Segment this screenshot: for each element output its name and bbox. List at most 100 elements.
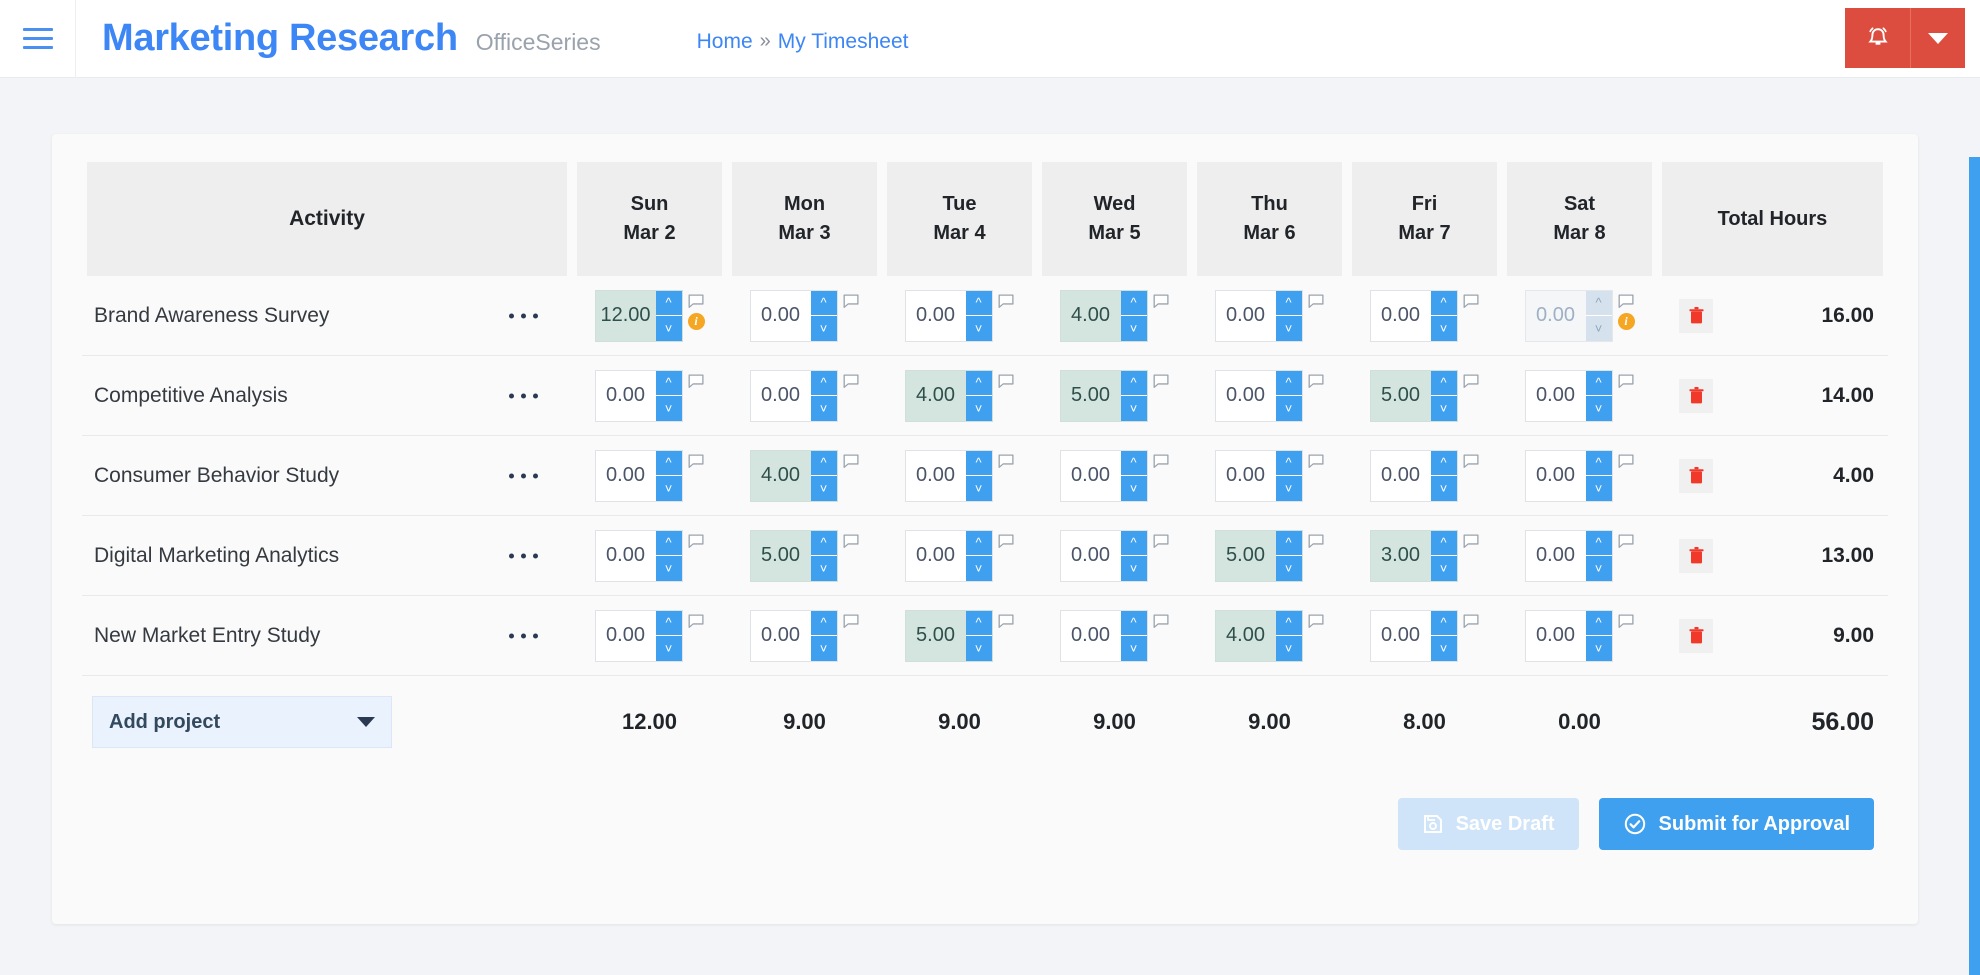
stepper-down-button[interactable]: ˅: [1430, 556, 1457, 581]
stepper-down-button[interactable]: ˅: [1275, 636, 1302, 661]
hours-input-2[interactable]: 4.00 ^ ˅: [904, 369, 993, 422]
hours-input-3[interactable]: 4.00 ^ ˅: [1059, 289, 1148, 342]
comment-bubble-icon[interactable]: [998, 453, 1015, 469]
delete-row-button[interactable]: [1679, 538, 1713, 573]
stepper-up-button[interactable]: ^: [655, 610, 682, 636]
hours-input-4[interactable]: 0.00 ^ ˅: [1214, 289, 1303, 342]
hours-input-3[interactable]: 5.00 ^ ˅: [1059, 369, 1148, 422]
hours-input-6[interactable]: 0.00 ^ ˅: [1524, 449, 1613, 502]
stepper-up-button[interactable]: ^: [810, 610, 837, 636]
breadcrumb-current[interactable]: My Timesheet: [778, 30, 909, 54]
comment-bubble-icon[interactable]: [688, 293, 705, 309]
comment-bubble-icon[interactable]: [688, 453, 705, 469]
hours-input-6[interactable]: 0.00 ^ ˅: [1524, 369, 1613, 422]
stepper-down-button[interactable]: ˅: [655, 636, 682, 661]
info-warning-icon[interactable]: i: [687, 312, 705, 330]
comment-bubble-icon[interactable]: [1308, 373, 1325, 389]
stepper-down-button[interactable]: ˅: [1430, 396, 1457, 421]
hours-input-5[interactable]: 3.00 ^ ˅: [1369, 529, 1458, 582]
comment-bubble-icon[interactable]: [1463, 453, 1480, 469]
hours-input-5[interactable]: 0.00 ^ ˅: [1369, 449, 1458, 502]
hours-input-0[interactable]: 0.00 ^ ˅: [594, 369, 683, 422]
hours-input-2[interactable]: 0.00 ^ ˅: [904, 449, 993, 502]
stepper-up-button[interactable]: ^: [1275, 530, 1302, 556]
stepper-up-button[interactable]: ^: [1585, 370, 1612, 396]
stepper-up-button[interactable]: ^: [1430, 450, 1457, 476]
stepper-up-button[interactable]: ^: [1430, 610, 1457, 636]
scrollbar-thumb[interactable]: [1969, 157, 1980, 975]
hours-input-2[interactable]: 0.00 ^ ˅: [904, 529, 993, 582]
stepper-down-button[interactable]: ˅: [1275, 396, 1302, 421]
stepper-down-button[interactable]: ˅: [1120, 396, 1147, 421]
hours-input-2[interactable]: 0.00 ^ ˅: [904, 289, 993, 342]
stepper-up-button[interactable]: ^: [655, 290, 682, 316]
stepper-down-button[interactable]: ˅: [965, 316, 992, 341]
stepper-up-button[interactable]: ^: [1430, 290, 1457, 316]
stepper-up-button[interactable]: ^: [965, 610, 992, 636]
notification-dropdown-button[interactable]: [1911, 8, 1965, 68]
stepper-down-button[interactable]: ˅: [965, 636, 992, 661]
stepper-down-button[interactable]: ˅: [965, 476, 992, 501]
comment-bubble-icon[interactable]: [998, 533, 1015, 549]
stepper-up-button[interactable]: ^: [1275, 370, 1302, 396]
delete-row-button[interactable]: [1679, 618, 1713, 653]
stepper-up-button[interactable]: ^: [655, 450, 682, 476]
stepper-up-button[interactable]: ^: [810, 530, 837, 556]
comment-bubble-icon[interactable]: [1308, 613, 1325, 629]
stepper-down-button[interactable]: ˅: [655, 476, 682, 501]
delete-row-button[interactable]: [1679, 458, 1713, 493]
comment-bubble-icon[interactable]: [1308, 533, 1325, 549]
hours-input-4[interactable]: 0.00 ^ ˅: [1214, 369, 1303, 422]
stepper-up-button[interactable]: ^: [810, 290, 837, 316]
stepper-down-button[interactable]: ˅: [1120, 556, 1147, 581]
stepper-up-button[interactable]: ^: [965, 370, 992, 396]
comment-bubble-icon[interactable]: [1308, 453, 1325, 469]
row-menu-ellipsis-icon[interactable]: [509, 633, 538, 638]
comment-bubble-icon[interactable]: [1618, 613, 1635, 629]
hours-input-0[interactable]: 0.00 ^ ˅: [594, 529, 683, 582]
stepper-up-button[interactable]: ^: [1120, 530, 1147, 556]
hours-input-4[interactable]: 0.00 ^ ˅: [1214, 449, 1303, 502]
stepper-down-button[interactable]: ˅: [1275, 556, 1302, 581]
comment-bubble-icon[interactable]: [1463, 293, 1480, 309]
hamburger-icon[interactable]: [0, 0, 76, 78]
stepper-down-button[interactable]: ˅: [965, 396, 992, 421]
stepper-down-button[interactable]: ˅: [810, 636, 837, 661]
comment-bubble-icon[interactable]: [688, 613, 705, 629]
hours-input-5[interactable]: 0.00 ^ ˅: [1369, 609, 1458, 662]
save-draft-button[interactable]: Save Draft: [1397, 798, 1579, 850]
stepper-up-button[interactable]: ^: [1120, 290, 1147, 316]
hours-input-3[interactable]: 0.00 ^ ˅: [1059, 609, 1148, 662]
submit-for-approval-button[interactable]: Submit for Approval: [1598, 798, 1874, 850]
hours-input-0[interactable]: 0.00 ^ ˅: [594, 449, 683, 502]
comment-bubble-icon[interactable]: [843, 613, 860, 629]
hours-input-1[interactable]: 4.00 ^ ˅: [749, 449, 838, 502]
stepper-down-button[interactable]: ˅: [1120, 476, 1147, 501]
stepper-down-button[interactable]: ˅: [1585, 636, 1612, 661]
comment-bubble-icon[interactable]: [1153, 613, 1170, 629]
comment-bubble-icon[interactable]: [843, 293, 860, 309]
stepper-up-button[interactable]: ^: [1585, 610, 1612, 636]
hours-input-2[interactable]: 5.00 ^ ˅: [904, 609, 993, 662]
stepper-down-button[interactable]: ˅: [1430, 476, 1457, 501]
stepper-up-button[interactable]: ^: [965, 530, 992, 556]
stepper-down-button[interactable]: ˅: [1120, 636, 1147, 661]
stepper-down-button[interactable]: ˅: [655, 316, 682, 341]
comment-bubble-icon[interactable]: [1618, 453, 1635, 469]
stepper-up-button[interactable]: ^: [655, 530, 682, 556]
stepper-up-button[interactable]: ^: [1275, 610, 1302, 636]
stepper-up-button[interactable]: ^: [1120, 370, 1147, 396]
hours-input-1[interactable]: 5.00 ^ ˅: [749, 529, 838, 582]
comment-bubble-icon[interactable]: [1618, 373, 1635, 389]
hours-input-1[interactable]: 0.00 ^ ˅: [749, 609, 838, 662]
stepper-up-button[interactable]: ^: [965, 450, 992, 476]
stepper-up-button[interactable]: ^: [810, 370, 837, 396]
comment-bubble-icon[interactable]: [998, 293, 1015, 309]
stepper-up-button[interactable]: ^: [1430, 530, 1457, 556]
stepper-down-button[interactable]: ˅: [655, 556, 682, 581]
hours-input-6[interactable]: 0.00 ^ ˅: [1524, 529, 1613, 582]
hours-input-6[interactable]: 0.00 ^ ˅: [1524, 609, 1613, 662]
stepper-up-button[interactable]: ^: [1430, 370, 1457, 396]
row-menu-ellipsis-icon[interactable]: [509, 473, 538, 478]
stepper-down-button[interactable]: ˅: [810, 316, 837, 341]
